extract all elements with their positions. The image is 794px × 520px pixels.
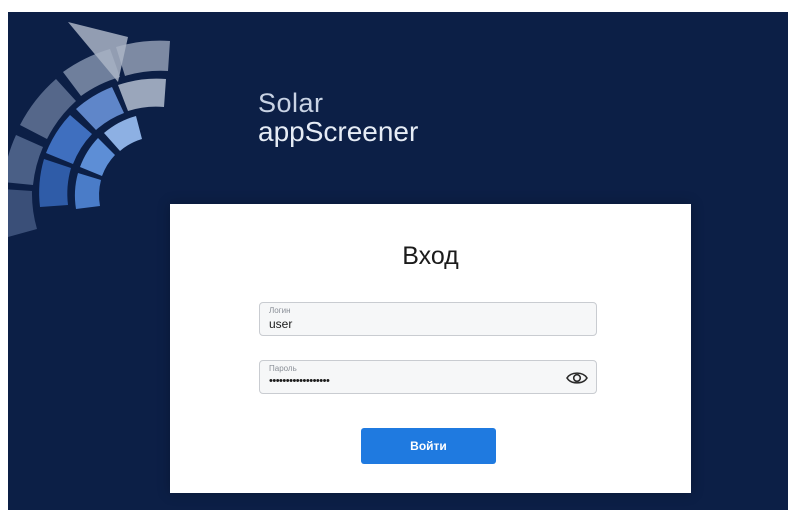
login-button[interactable]: Войти [361, 428, 496, 464]
login-card: Вход Логин user Пароль •••••••••••••••••… [170, 204, 691, 493]
login-field-value[interactable]: user [269, 317, 292, 331]
login-field[interactable]: Логин user [259, 302, 597, 336]
eye-icon[interactable] [566, 370, 588, 386]
login-screen: Solar appScreener Вход Логин user Пароль… [8, 12, 788, 510]
brand-title: Solar appScreener [258, 90, 418, 146]
brand-line-1: Solar [258, 88, 324, 118]
login-title: Вход [402, 242, 459, 270]
password-field-label: Пароль [269, 364, 297, 373]
brand-line-2: appScreener [258, 116, 419, 147]
login-field-label: Логин [269, 306, 291, 315]
password-field-value[interactable]: •••••••••••••••••• [269, 375, 330, 387]
password-field[interactable]: Пароль •••••••••••••••••• [259, 360, 597, 394]
